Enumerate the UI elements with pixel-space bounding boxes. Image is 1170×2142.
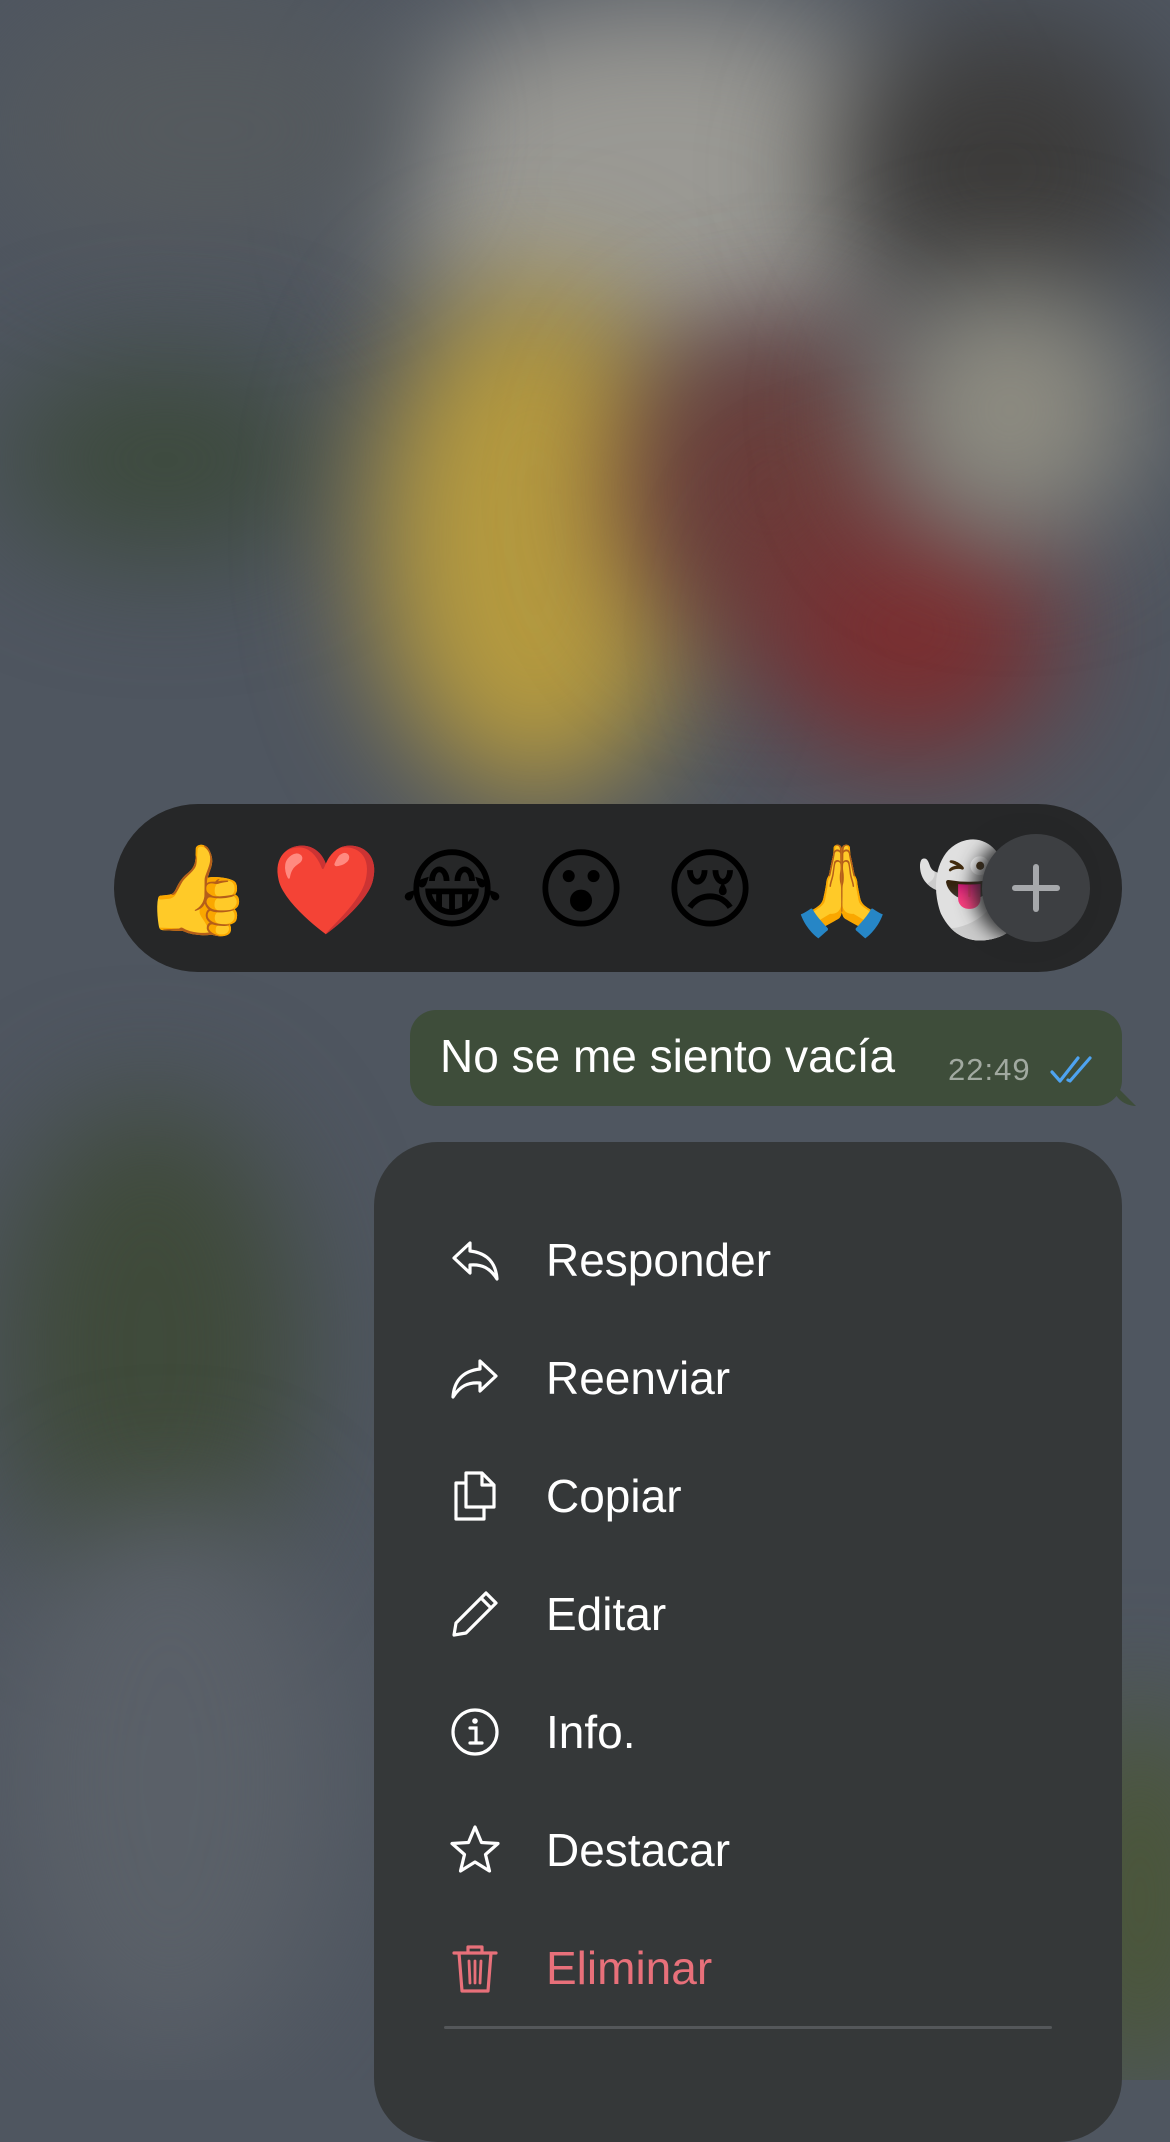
folded-hands-emoji[interactable]: 🙏 xyxy=(787,838,897,942)
menu-item-reply[interactable]: Responder xyxy=(374,1201,1122,1319)
message-time: 22:49 xyxy=(948,1052,1031,1087)
menu-item-label: Responder xyxy=(546,1234,772,1286)
reply-icon xyxy=(452,1241,499,1281)
forward-icon xyxy=(451,1359,498,1399)
menu-item-forward[interactable]: Reenviar xyxy=(374,1319,1122,1437)
message-context-menu: Responder Reenviar Copiar Editar Info. D… xyxy=(374,1142,1122,2142)
menu-item-label: Reenviar xyxy=(546,1352,731,1404)
menu-item-label: Eliminar xyxy=(546,1942,713,1994)
menu-divider xyxy=(444,2026,1052,2029)
double-check-icon xyxy=(1050,1056,1092,1083)
menu-item-edit[interactable]: Editar xyxy=(374,1555,1122,1673)
copy-icon xyxy=(454,1471,496,1521)
menu-item-star[interactable]: Destacar xyxy=(374,1791,1122,1909)
message-text: No se me siento vacía xyxy=(440,1030,896,1082)
menu-item-info[interactable]: Info. xyxy=(374,1673,1122,1791)
menu-item-label: Copiar xyxy=(546,1470,682,1522)
menu-item-label: Editar xyxy=(546,1588,667,1640)
menu-item-delete[interactable]: Eliminar xyxy=(374,1909,1122,2027)
info-icon xyxy=(451,1708,499,1756)
red-heart-emoji[interactable]: ❤️ xyxy=(271,838,381,942)
surprised-face-emoji[interactable]: 😮 xyxy=(529,838,633,942)
crying-face-emoji[interactable]: 😢 xyxy=(658,838,762,942)
message-bubble[interactable]: No se me siento vacía 22:49 xyxy=(410,1010,1122,1106)
menu-item-label: Destacar xyxy=(546,1824,731,1876)
thumbs-up-emoji[interactable]: 👍 xyxy=(142,838,252,942)
more-reactions-button[interactable] xyxy=(982,834,1090,942)
menu-item-label: Info. xyxy=(546,1706,636,1758)
menu-item-copy[interactable]: Copiar xyxy=(374,1437,1122,1555)
trash-icon xyxy=(452,1945,498,1993)
pencil-icon xyxy=(452,1591,498,1637)
face-with-tears-of-joy-emoji[interactable]: 😂 xyxy=(400,838,504,942)
star-icon xyxy=(450,1825,500,1873)
reaction-bar: 👍 ❤️ 😂 😮 😢 🙏 👻 xyxy=(114,804,1122,972)
